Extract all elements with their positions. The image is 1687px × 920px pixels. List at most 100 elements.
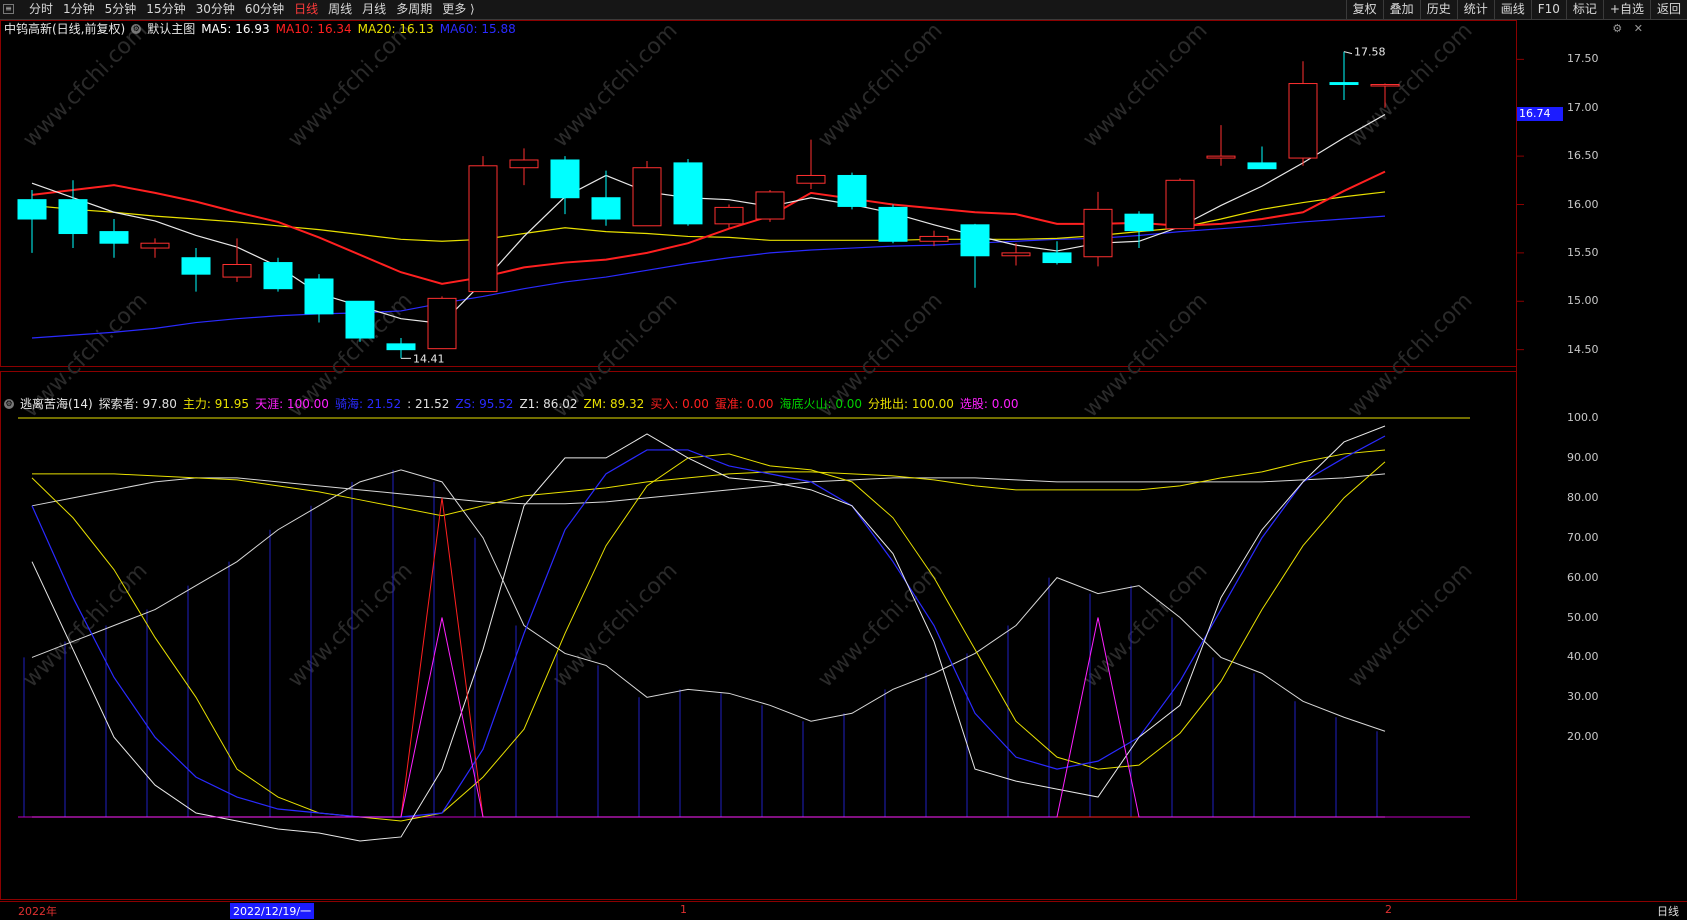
- zm-line: [31, 453, 1386, 822]
- indicator-legend-item-5: ZS: 95.52: [455, 397, 514, 411]
- zs-line: [31, 435, 1386, 818]
- period-tab-2[interactable]: 5分钟: [100, 0, 142, 19]
- candle-body-11: [468, 165, 498, 293]
- ma-legend-item-3: MA60: 15.88: [439, 22, 516, 36]
- stock-title: 中钨高新(日线,前复权): [4, 22, 126, 36]
- indicator-legend-item-9: 蛋准: 0.00: [714, 397, 774, 411]
- indicator-legend-item-10: 海底火山: 0.00: [779, 397, 863, 411]
- template-settings-icon[interactable]: ⚙: [131, 24, 142, 34]
- period-tab-8[interactable]: 月线: [357, 0, 391, 19]
- tool-button-7[interactable]: +自选: [1602, 0, 1650, 19]
- z1-line: [31, 425, 1386, 842]
- candle-body-26: [1083, 208, 1113, 258]
- period-indicator[interactable]: 日线: [1657, 903, 1679, 919]
- candle-body-24: [1001, 252, 1031, 257]
- watermark-2-1: www.cfchi.com: [283, 558, 417, 692]
- indicator-legend-item-6: Z1: 86.02: [519, 397, 578, 411]
- tool-buttons: 复权 叠加 历史 统计 画线 F10 标记 +自选 返回: [1345, 0, 1687, 19]
- chart-window-icons: ⚙ ✕: [1604, 22, 1643, 35]
- indicator-legend-item-7: ZM: 89.32: [583, 397, 645, 411]
- period-tab-10[interactable]: 更多 ⟩: [437, 0, 480, 19]
- tool-button-2[interactable]: 历史: [1419, 0, 1457, 19]
- tool-button-8[interactable]: 返回: [1649, 0, 1687, 19]
- candle-body-17: [714, 206, 744, 225]
- candle-body-18: [755, 191, 785, 220]
- period-tab-6[interactable]: 日线: [289, 0, 323, 19]
- candle-body-9: [386, 343, 416, 351]
- candle-body-16: [673, 162, 703, 225]
- candle-body-23: [960, 224, 990, 257]
- indicator-name[interactable]: 逃离苦海(14): [20, 396, 93, 412]
- candle-body-30: [1247, 162, 1277, 170]
- period-tab-0[interactable]: 分时: [24, 0, 58, 19]
- period-tab-7[interactable]: 周线: [323, 0, 357, 19]
- date-axis: 2022年 2022/12/19/一 1 2 日线: [0, 901, 1687, 920]
- high-pointer: [1343, 51, 1353, 55]
- period-tab-9[interactable]: 多周期: [391, 0, 437, 19]
- indicator-legend-item-11: 分批出: 100.00: [868, 397, 954, 411]
- indicator-legend-item-2: 天涯: 100.00: [255, 397, 329, 411]
- period-tab-4[interactable]: 30分钟: [191, 0, 240, 19]
- tool-button-3[interactable]: 统计: [1456, 0, 1494, 19]
- indicator-legend-item-3: 骑海: 21.52: [334, 397, 402, 411]
- tool-button-6[interactable]: 标记: [1565, 0, 1603, 19]
- indicator-legend-item-12: 选股: 0.00: [959, 397, 1019, 411]
- menu-grip-icon[interactable]: ≡: [3, 4, 14, 14]
- candle-body-29: [1206, 155, 1236, 159]
- candle-body-8: [345, 300, 375, 339]
- watermark-2-5: www.cfchi.com: [1343, 558, 1477, 692]
- period-tab-1[interactable]: 1分钟: [58, 0, 100, 19]
- month-label-1: 1: [680, 903, 687, 916]
- buy-line: [32, 497, 1385, 818]
- candle-body-25: [1042, 252, 1072, 264]
- indicator-legend-item-8: 买入: 0.00: [650, 397, 709, 411]
- candle-body-7: [304, 278, 334, 315]
- candle-body-33: [1370, 84, 1400, 87]
- candle-body-31: [1288, 83, 1318, 159]
- candle-body-0: [17, 199, 47, 220]
- settings-icon[interactable]: ⚙: [1612, 22, 1622, 35]
- candle-body-12: [509, 159, 539, 169]
- indicator-legend-item-0: 探索者: 97.80: [98, 397, 177, 411]
- indicator-legend-item-1: 主力: 91.95: [182, 397, 250, 411]
- watermark-0-2: www.cfchi.com: [548, 20, 682, 153]
- template-name[interactable]: 默认主图: [147, 21, 195, 37]
- tool-button-1[interactable]: 叠加: [1382, 0, 1420, 19]
- candle-body-4: [181, 257, 211, 275]
- ma-legend-item-2: MA20: 16.13: [357, 22, 434, 36]
- period-tab-3[interactable]: 15分钟: [141, 0, 190, 19]
- low-price-label: 14.41: [413, 352, 445, 365]
- watermark-1-4: www.cfchi.com: [1078, 288, 1212, 422]
- period-tab-5[interactable]: 60分钟: [240, 0, 289, 19]
- watermark-0-0: www.cfchi.com: [18, 20, 152, 153]
- candle-body-1: [58, 199, 88, 235]
- period-toolbar: ≡ 分时 1分钟 5分钟 15分钟 30分钟 60分钟 日线 周线 月线 多周期 更多 ⟩ 复权 叠加…: [0, 0, 1687, 20]
- candle-body-5: [222, 263, 252, 278]
- ma-legend-item-1: MA10: 16.34: [275, 22, 352, 36]
- tool-button-5[interactable]: F10: [1530, 0, 1566, 19]
- indicator-legend-item-4: : 21.52: [407, 397, 450, 411]
- month-label-2: 2: [1385, 903, 1392, 916]
- cursor-date: 2022/12/19/一: [230, 903, 315, 919]
- main-force-line: [32, 449, 1386, 517]
- candle-body-32: [1329, 82, 1359, 86]
- close-icon[interactable]: ✕: [1634, 22, 1643, 35]
- indicator-legend: 探索者: 97.80 主力: 91.95 天涯: 100.00 骑海: 21.52 : …: [99, 396, 1025, 412]
- candle-body-13: [550, 159, 580, 199]
- indicator-settings-icon[interactable]: ⚙: [4, 399, 14, 409]
- tool-button-4[interactable]: 画线: [1493, 0, 1531, 19]
- candle-body-27: [1124, 213, 1154, 232]
- watermark-2-3: www.cfchi.com: [813, 558, 947, 692]
- indicator-frame: [0, 371, 1517, 900]
- watermark-0-5: www.cfchi.com: [1343, 20, 1477, 153]
- candle-body-21: [878, 206, 908, 242]
- indicator-info: ⚙ 逃离苦海(14) 探索者: 97.80 主力: 91.95 天涯: 100.00…: [4, 396, 1030, 412]
- watermark-2-0: www.cfchi.com: [18, 558, 152, 692]
- tool-button-0[interactable]: 复权: [1345, 0, 1383, 19]
- explorer-line: [31, 473, 1386, 507]
- stock-chart[interactable]: www.cfchi.com www.cfchi.com www.cfchi.com w…: [0, 20, 1687, 900]
- candle-body-19: [796, 174, 826, 184]
- sky-line: [32, 617, 1385, 818]
- high-price-label: 17.58: [1354, 46, 1386, 59]
- candle-body-15: [632, 167, 662, 227]
